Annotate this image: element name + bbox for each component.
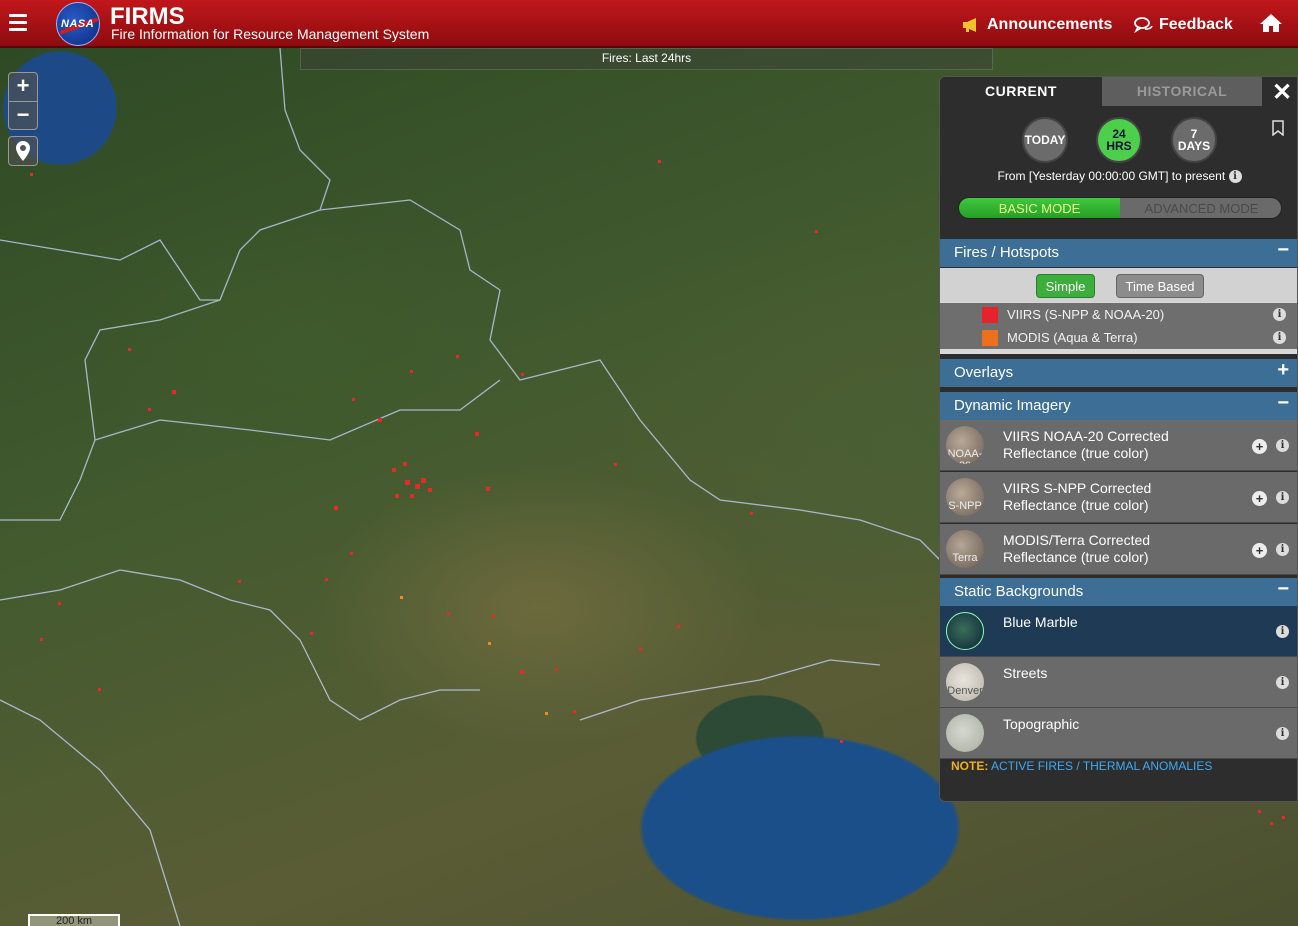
today-button[interactable]: TODAY	[1022, 117, 1068, 163]
menu-icon[interactable]	[9, 14, 27, 32]
7days-button[interactable]: 7 DAYS	[1171, 117, 1217, 163]
background-topographic[interactable]: Topographic i	[940, 708, 1297, 759]
info-icon[interactable]: i	[1273, 331, 1286, 344]
info-icon[interactable]: i	[1276, 676, 1289, 689]
add-layer-icon[interactable]: +	[1252, 543, 1267, 558]
zoom-control: + −	[8, 72, 38, 130]
home-icon	[1260, 14, 1282, 32]
feedback-link[interactable]: Feedback	[1134, 16, 1233, 34]
nasa-logo[interactable]: NASA	[56, 2, 100, 46]
bookmark-icon[interactable]	[1271, 120, 1285, 136]
fires-section-header[interactable]: Fires / Hotspots −	[940, 239, 1297, 267]
active-fires-link[interactable]: ACTIVE FIRES / THERMAL ANOMALIES	[991, 759, 1212, 773]
layer-modis-terra[interactable]: Terra MODIS/Terra Corrected Reflectance …	[940, 524, 1297, 575]
info-icon[interactable]: i	[1276, 543, 1289, 556]
viirs-color-swatch	[982, 307, 998, 323]
time-based-button[interactable]: Time Based	[1116, 274, 1204, 298]
basic-mode-button[interactable]: BASIC MODE	[959, 198, 1120, 218]
24hrs-button[interactable]: 24 HRS	[1096, 117, 1142, 163]
mode-toggle: BASIC MODE ADVANCED MODE	[958, 197, 1282, 219]
info-icon[interactable]: i	[1276, 491, 1289, 504]
time-range-text: From [Yesterday 00:00:00 GMT] to present…	[940, 169, 1297, 184]
app-subtitle: Fire Information for Resource Management…	[111, 26, 430, 42]
info-icon[interactable]: i	[1276, 625, 1289, 638]
zoom-out-button[interactable]: −	[9, 101, 37, 129]
legend-item-viirs[interactable]: VIIRS (S-NPP & NOAA-20) i	[940, 303, 1297, 326]
location-pin-icon	[16, 141, 30, 161]
overlays-section-header[interactable]: Overlays +	[940, 359, 1297, 387]
layers-panel: CURRENT HISTORICAL ✕ TODAY 24 HRS 7 DAYS…	[939, 76, 1298, 802]
dynamic-imagery-section-header[interactable]: Dynamic Imagery −	[940, 392, 1297, 420]
map-scale-bar: 200 km	[28, 914, 120, 926]
layer-thumbnail: NOAA-20	[946, 426, 984, 464]
info-icon[interactable]: i	[1273, 308, 1286, 321]
zoom-in-button[interactable]: +	[9, 73, 37, 101]
info-icon[interactable]: i	[1276, 439, 1289, 452]
layer-viirs-noaa20[interactable]: NOAA-20 VIIRS NOAA-20 Corrected Reflecta…	[940, 420, 1297, 471]
note-label: NOTE:	[951, 759, 989, 773]
tab-current[interactable]: CURRENT	[940, 77, 1102, 106]
layer-viirs-snpp[interactable]: S-NPP VIIRS S-NPP Corrected Reflectance …	[940, 472, 1297, 523]
collapse-icon[interactable]: −	[1277, 239, 1289, 262]
expand-icon[interactable]: +	[1277, 359, 1289, 382]
layer-thumbnail: Terra	[946, 530, 984, 568]
background-streets[interactable]: Denver Streets i	[940, 657, 1297, 708]
modis-color-swatch	[982, 330, 998, 346]
add-layer-icon[interactable]: +	[1252, 439, 1267, 454]
info-icon[interactable]: i	[1228, 170, 1242, 184]
collapse-icon[interactable]: −	[1277, 392, 1289, 415]
note-bar: NOTE: ACTIVE FIRES / THERMAL ANOMALIES	[940, 759, 1297, 801]
add-layer-icon[interactable]: +	[1252, 491, 1267, 506]
app-header: NASA FIRMS Fire Information for Resource…	[0, 0, 1298, 48]
fires-time-banner: Fires: Last 24hrs	[300, 48, 993, 70]
layer-thumbnail: S-NPP	[946, 478, 984, 516]
megaphone-icon	[963, 18, 976, 32]
legend-item-modis[interactable]: MODIS (Aqua & Terra) i	[940, 326, 1297, 349]
locate-button[interactable]	[8, 136, 38, 166]
announcements-link[interactable]: Announcements	[962, 16, 1112, 34]
blue-marble-thumbnail	[946, 612, 984, 650]
streets-thumbnail: Denver	[946, 663, 984, 701]
advanced-mode-button[interactable]: ADVANCED MODE	[1120, 198, 1281, 218]
home-button[interactable]	[1259, 13, 1283, 33]
info-icon[interactable]: i	[1276, 727, 1289, 740]
panel-tabs: CURRENT HISTORICAL ✕	[940, 77, 1297, 107]
background-blue-marble[interactable]: Blue Marble i	[940, 606, 1297, 657]
tab-historical[interactable]: HISTORICAL	[1102, 77, 1262, 106]
static-backgrounds-section-header[interactable]: Static Backgrounds −	[940, 578, 1297, 606]
close-icon[interactable]: ✕	[1270, 78, 1294, 107]
collapse-icon[interactable]: −	[1277, 578, 1289, 601]
fires-section-body: Simple Time Based VIIRS (S-NPP & NOAA-20…	[940, 268, 1297, 354]
simple-button[interactable]: Simple	[1036, 274, 1095, 298]
topographic-thumbnail	[946, 714, 984, 752]
chat-icon	[1134, 17, 1153, 33]
